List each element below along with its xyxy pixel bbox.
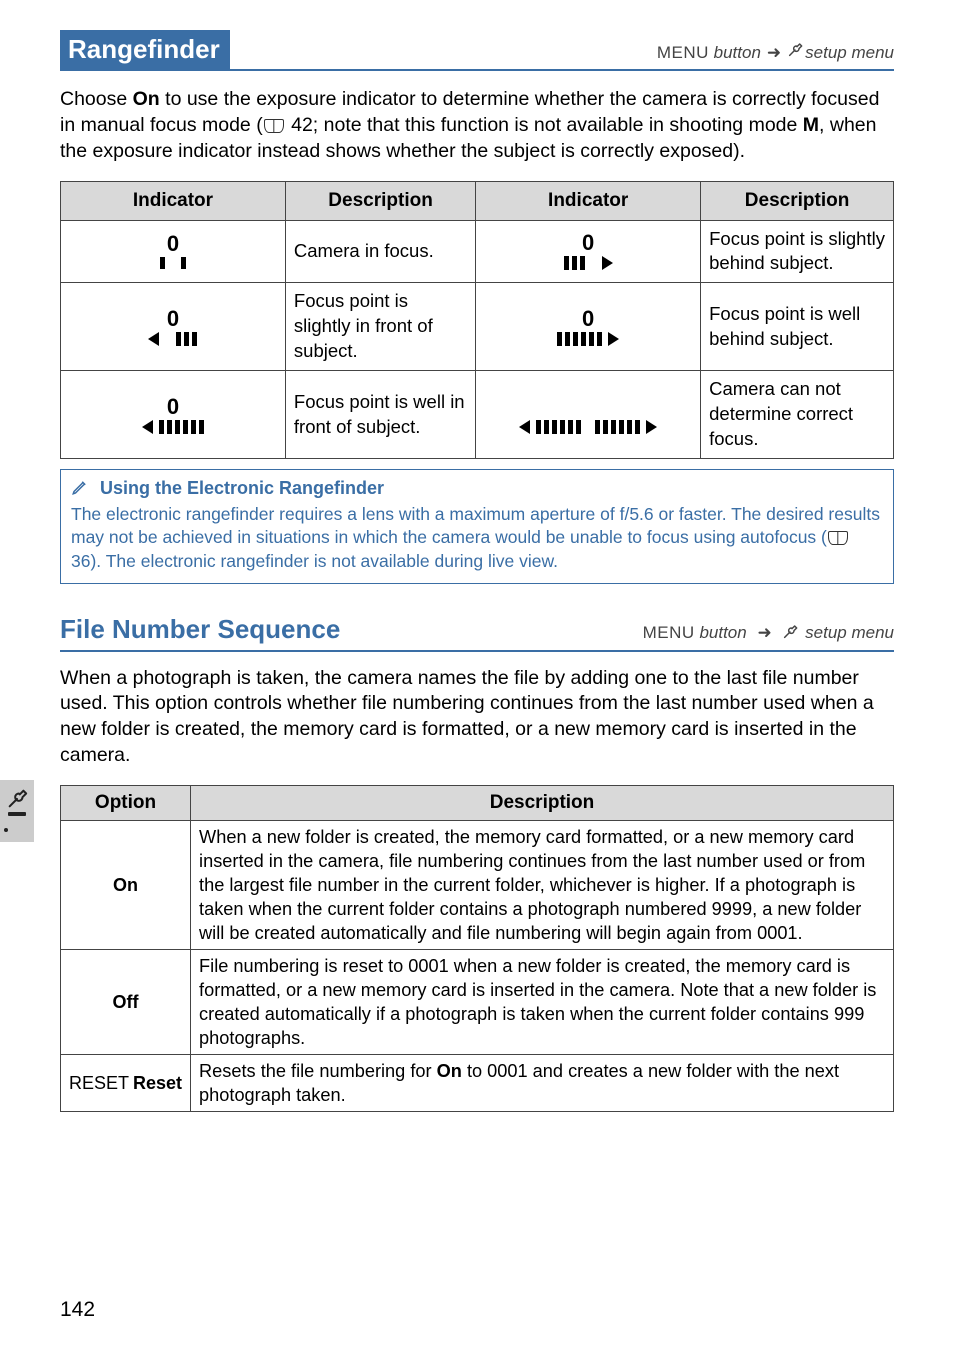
table-row: 0 Focus point is well in front of subjec… bbox=[61, 371, 894, 459]
rangefinder-section-header: Rangefinder MENU button ➜ setup menu bbox=[60, 30, 894, 73]
wrench-icon bbox=[782, 625, 803, 644]
indicator-slight-front: 0 bbox=[61, 283, 286, 371]
desc-cell: Focus point is slightly behind subject. bbox=[701, 220, 894, 283]
side-tab bbox=[0, 780, 34, 842]
col-description-1: Description bbox=[285, 181, 475, 220]
page-number: 142 bbox=[60, 1296, 95, 1324]
book-icon bbox=[264, 119, 284, 133]
desc-cell: When a new folder is created, the memory… bbox=[191, 820, 894, 949]
col-indicator-1: Indicator bbox=[61, 181, 286, 220]
desc-cell: Focus point is slightly in front of subj… bbox=[285, 283, 475, 371]
indicator-in-focus: 0 bbox=[61, 220, 286, 283]
indicator-well-front: 0 bbox=[61, 371, 286, 459]
file-number-body: When a photograph is taken, the camera n… bbox=[60, 666, 894, 770]
option-on: On bbox=[61, 820, 191, 949]
arrow-right-icon: ➜ bbox=[767, 42, 781, 65]
arrow-right-icon: ➜ bbox=[757, 623, 771, 642]
desc-cell: Camera in focus. bbox=[285, 220, 475, 283]
file-number-title: File Number Sequence bbox=[60, 612, 643, 647]
desc-cell: Focus point is well behind subject. bbox=[701, 283, 894, 371]
option-off: Off bbox=[61, 949, 191, 1054]
note-box: Using the Electronic Rangefinder The ele… bbox=[60, 469, 894, 584]
rangefinder-body: Choose On to use the exposure indicator … bbox=[60, 87, 894, 165]
col-indicator-2: Indicator bbox=[476, 181, 701, 220]
note-title-text: Using the Electronic Rangefinder bbox=[100, 478, 384, 498]
indicator-slight-behind: 0 bbox=[476, 220, 701, 283]
indicator-cannot: 0 bbox=[476, 371, 701, 459]
desc-cell: Resets the file numbering for On to 0001… bbox=[191, 1054, 894, 1111]
desc-cell: Focus point is well in front of subject. bbox=[285, 371, 475, 459]
col-option: Option bbox=[61, 786, 191, 821]
wrench-icon bbox=[6, 788, 28, 810]
book-icon bbox=[828, 531, 848, 545]
pencil-icon bbox=[71, 478, 89, 496]
note-body: The electronic rangefinder requires a le… bbox=[71, 503, 883, 574]
col-description-2: Description bbox=[701, 181, 894, 220]
file-number-menu-path: MENU button ➜ setup menu bbox=[643, 622, 894, 647]
option-reset: RESETReset bbox=[61, 1054, 191, 1111]
desc-cell: File numbering is reset to 0001 when a n… bbox=[191, 949, 894, 1054]
options-table: Option Description On When a new folder … bbox=[60, 785, 894, 1112]
indicator-table: Indicator Description Indicator Descript… bbox=[60, 181, 894, 459]
indicator-well-behind: 0 bbox=[476, 283, 701, 371]
table-row: Off File numbering is reset to 0001 when… bbox=[61, 949, 894, 1054]
table-row: 0 Camera in focus. 0 Focus point is slig… bbox=[61, 220, 894, 283]
col-description: Description bbox=[191, 786, 894, 821]
rangefinder-title: Rangefinder bbox=[60, 30, 230, 71]
wrench-icon bbox=[787, 42, 803, 65]
desc-cell: Camera can not determine correct focus. bbox=[701, 371, 894, 459]
table-row: RESETReset Resets the file numbering for… bbox=[61, 1054, 894, 1111]
rangefinder-menu-path: MENU button ➜ setup menu bbox=[230, 30, 894, 71]
table-row: 0 Focus point is slightly in front of su… bbox=[61, 283, 894, 371]
file-number-section-header: File Number Sequence MENU button ➜ setup… bbox=[60, 612, 894, 651]
table-row: On When a new folder is created, the mem… bbox=[61, 820, 894, 949]
